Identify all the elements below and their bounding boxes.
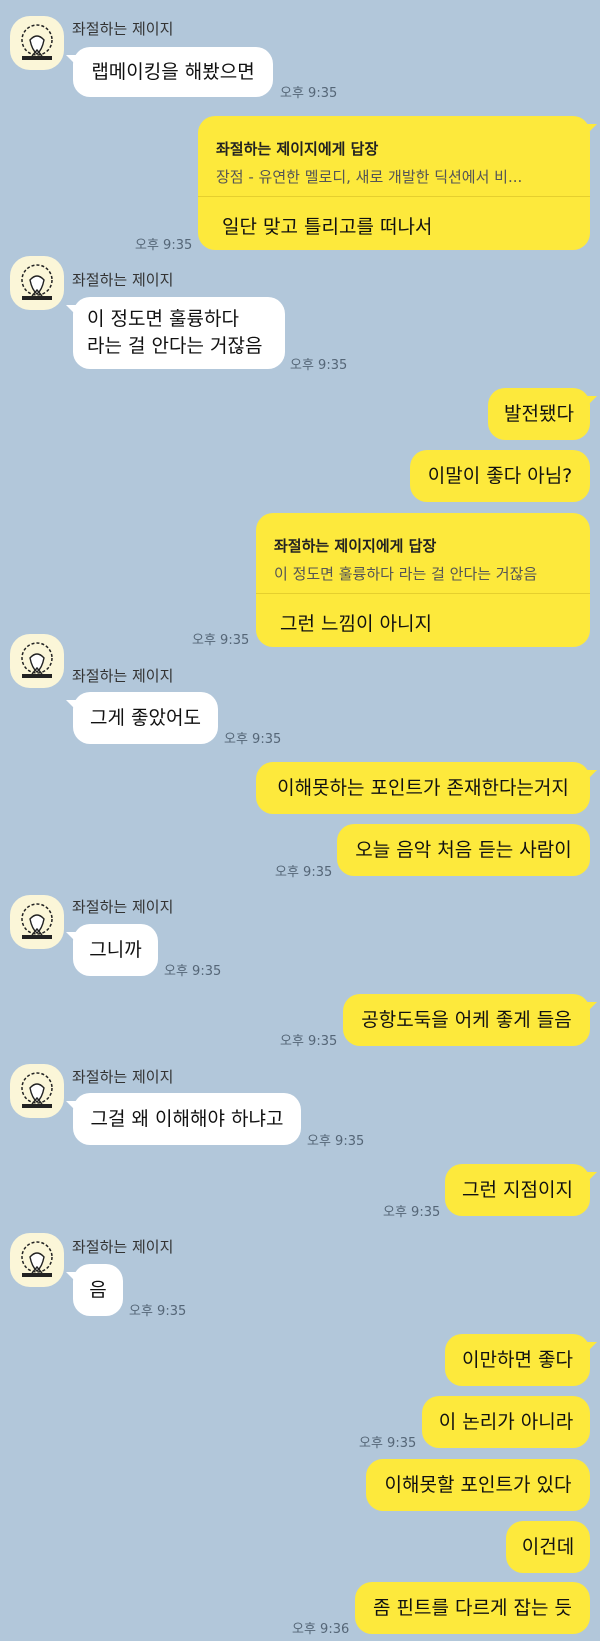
message-time: 오후 9:35 xyxy=(192,633,250,648)
message-time: 오후 9:35 xyxy=(383,1205,441,1220)
avatar[interactable] xyxy=(10,1064,64,1118)
message-text: 이해못하는 포인트가 존재한다는거지 xyxy=(277,777,569,799)
avatar-drawing-icon xyxy=(21,24,53,60)
reply-title: 좌절하는 제이지에게 답장 xyxy=(216,140,379,158)
message-time: 오후 9:36 xyxy=(292,1622,350,1637)
message-text: 일단 맞고 틀리고를 떠나서 xyxy=(222,216,433,238)
outgoing-message-bubble[interactable]: 이말이 좋다 아님? xyxy=(410,450,590,502)
message-text-line1: 이 정도면 훌륭하다 xyxy=(87,308,239,330)
message-text: 그니까 xyxy=(89,939,142,961)
avatar-drawing-icon xyxy=(21,642,53,678)
message-text: 발전됐다 xyxy=(504,403,574,425)
avatar[interactable] xyxy=(10,895,64,949)
avatar-drawing-icon xyxy=(21,264,53,300)
avatar[interactable] xyxy=(10,1233,64,1287)
reply-quote: 이 정도면 훌륭하다 라는 걸 안다는 거잖음 xyxy=(274,565,538,583)
avatar[interactable] xyxy=(10,634,64,688)
sender-name: 좌절하는 제이지 xyxy=(72,1238,174,1256)
avatar-drawing-icon xyxy=(21,903,53,939)
message-time: 오후 9:35 xyxy=(280,86,338,101)
message-text: 그런 느낌이 아니지 xyxy=(280,613,432,635)
message-time: 오후 9:35 xyxy=(164,964,222,979)
message-text: 오늘 음악 처음 듣는 사람이 xyxy=(355,839,572,861)
outgoing-message-bubble[interactable]: 오늘 음악 처음 듣는 사람이 xyxy=(337,824,590,876)
incoming-message-bubble[interactable]: 그게 좋았어도 xyxy=(66,692,218,744)
outgoing-message-bubble[interactable]: 이해못할 포인트가 있다 xyxy=(366,1459,590,1511)
message-time: 오후 9:35 xyxy=(280,1034,338,1049)
message-time: 오후 9:35 xyxy=(359,1436,417,1451)
message-text: 그런 지점이지 xyxy=(462,1179,573,1201)
message-text: 그걸 왜 이해해야 하냐고 xyxy=(90,1108,284,1130)
sender-name: 좌절하는 제이지 xyxy=(72,271,174,289)
avatar-drawing-icon xyxy=(21,1241,53,1277)
message-text: 이해못할 포인트가 있다 xyxy=(384,1474,572,1496)
incoming-message-bubble[interactable]: 그걸 왜 이해해야 하냐고 xyxy=(66,1093,301,1145)
avatar-drawing-icon xyxy=(21,1072,53,1108)
message-time: 오후 9:35 xyxy=(135,238,193,253)
outgoing-message-bubble[interactable]: 이해못하는 포인트가 존재한다는거지 xyxy=(256,762,597,814)
message-text: 이건데 xyxy=(521,1536,575,1558)
reply-quote: 장점 - 유연한 멜로디, 새로 개발한 딕션에서 비... xyxy=(216,168,523,186)
sender-name: 좌절하는 제이지 xyxy=(72,20,174,38)
reply-title: 좌절하는 제이지에게 답장 xyxy=(274,537,437,555)
outgoing-message-bubble[interactable]: 공항도둑을 어케 좋게 들음 xyxy=(343,994,597,1046)
outgoing-message-bubble[interactable]: 좀 핀트를 다르게 잡는 듯 xyxy=(355,1582,590,1634)
incoming-message-bubble[interactable]: 음 xyxy=(66,1264,123,1316)
message-text: 이 논리가 아니라 xyxy=(438,1411,574,1433)
incoming-message-bubble[interactable]: 랩메이킹을 해봤으면 xyxy=(66,47,273,97)
sender-name: 좌절하는 제이지 xyxy=(72,1068,174,1086)
message-time: 오후 9:35 xyxy=(307,1134,365,1149)
message-time: 오후 9:35 xyxy=(275,865,333,880)
sender-name: 좌절하는 제이지 xyxy=(72,898,174,916)
message-text: 그게 좋았어도 xyxy=(90,707,201,729)
avatar[interactable] xyxy=(10,16,64,70)
message-time: 오후 9:35 xyxy=(129,1304,187,1319)
message-text-line2: 라는 걸 안다는 거잖음 xyxy=(87,335,263,357)
incoming-message-bubble[interactable]: 이 정도면 훌륭하다 라는 걸 안다는 거잖음 xyxy=(66,297,285,369)
outgoing-message-bubble[interactable]: 이건데 xyxy=(506,1521,590,1573)
message-text: 이말이 좋다 아님? xyxy=(427,465,573,487)
message-text: 음 xyxy=(89,1279,107,1301)
outgoing-reply-bubble[interactable]: 좌절하는 제이지에게 답장 이 정도면 훌륭하다 라는 걸 안다는 거잖음 그런… xyxy=(256,513,590,647)
incoming-message-bubble[interactable]: 그니까 xyxy=(66,924,158,976)
reply-divider xyxy=(256,593,590,594)
outgoing-reply-bubble[interactable]: 좌절하는 제이지에게 답장 장점 - 유연한 멜로디, 새로 개발한 딕션에서 … xyxy=(198,116,597,250)
sender-name: 좌절하는 제이지 xyxy=(72,667,174,685)
reply-divider xyxy=(198,196,590,197)
message-text: 공항도둑을 어케 좋게 들음 xyxy=(361,1009,572,1031)
outgoing-message-bubble[interactable]: 이 논리가 아니라 xyxy=(422,1396,590,1448)
outgoing-message-bubble[interactable]: 이만하면 좋다 xyxy=(445,1334,597,1386)
message-time: 오후 9:35 xyxy=(224,732,282,747)
avatar[interactable] xyxy=(10,256,64,310)
message-time: 오후 9:35 xyxy=(290,358,348,373)
message-text: 이만하면 좋다 xyxy=(462,1349,573,1371)
outgoing-message-bubble[interactable]: 그런 지점이지 xyxy=(445,1164,597,1216)
message-text: 랩메이킹을 해봤으면 xyxy=(91,61,255,83)
outgoing-message-bubble[interactable]: 발전됐다 xyxy=(488,388,597,440)
message-text: 좀 핀트를 다르게 잡는 듯 xyxy=(373,1597,572,1619)
